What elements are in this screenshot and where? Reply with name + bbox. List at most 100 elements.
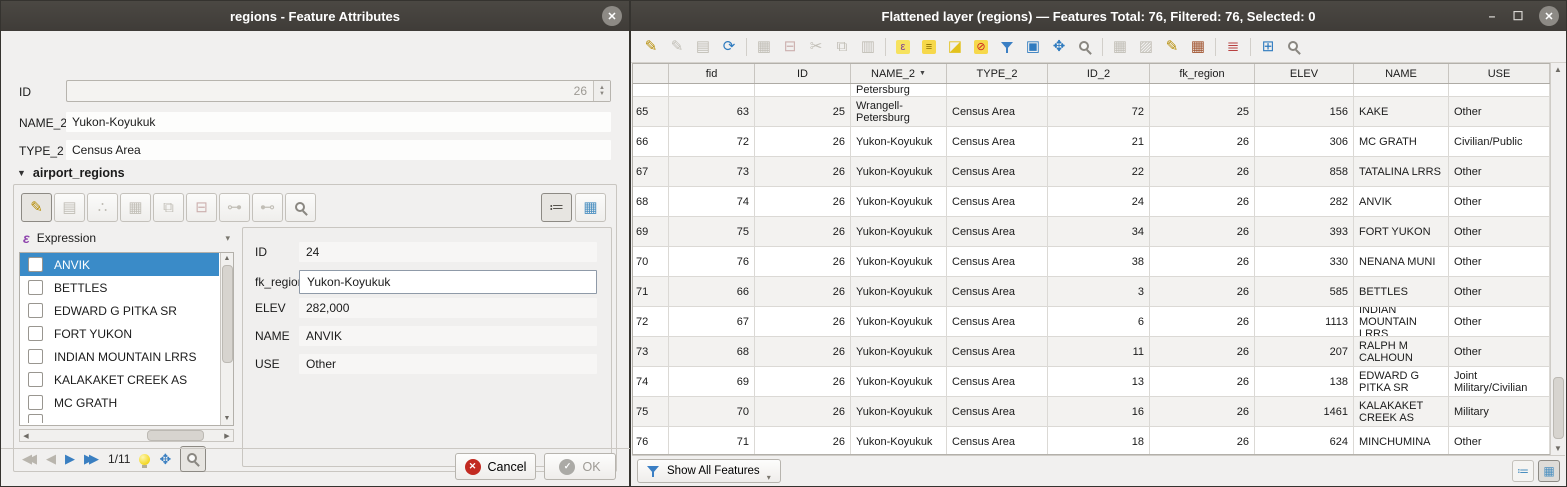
cell-type-2[interactable]: Census Area bbox=[947, 337, 1048, 367]
cell-fk-region[interactable]: 26 bbox=[1150, 277, 1255, 307]
cell-elev[interactable]: 282 bbox=[1255, 187, 1354, 217]
name2-field[interactable]: Yukon-Koyukuk bbox=[66, 112, 611, 132]
list-item-bettles[interactable]: BETTLES bbox=[20, 276, 219, 299]
cell-use[interactable]: Other bbox=[1449, 277, 1550, 307]
checkbox[interactable] bbox=[28, 303, 43, 318]
cell-fk-region[interactable]: 26 bbox=[1150, 427, 1255, 455]
cell-elev[interactable]: 1461 bbox=[1255, 397, 1354, 427]
collapse-arrow-icon[interactable]: ▼ bbox=[17, 168, 26, 178]
cell-type-2[interactable]: Census Area bbox=[947, 247, 1048, 277]
cell-type-2[interactable]: Census Area bbox=[947, 157, 1048, 187]
cell-id-2[interactable]: 38 bbox=[1048, 247, 1150, 277]
scrollbar-thumb[interactable] bbox=[222, 265, 233, 363]
cell-type-2[interactable]: Census Area bbox=[947, 427, 1048, 455]
cell-id[interactable]: 26 bbox=[755, 127, 851, 157]
column-header-elev[interactable]: ELEV bbox=[1255, 64, 1354, 83]
cell-fid[interactable]: 67 bbox=[669, 307, 755, 337]
maximize-icon[interactable]: ☐ bbox=[1510, 9, 1526, 23]
cell-fid[interactable]: 68 bbox=[669, 337, 755, 367]
show-all-features-button[interactable]: Show All Features ▾ bbox=[637, 459, 781, 483]
cut-icon[interactable]: ✂ bbox=[804, 35, 828, 59]
edit-fields-icon[interactable]: ✎ bbox=[1160, 35, 1184, 59]
minimize-icon[interactable]: – bbox=[1484, 9, 1500, 23]
cell-row-number[interactable]: 73 bbox=[633, 337, 669, 367]
cell-use[interactable]: Other bbox=[1449, 307, 1550, 337]
cell-id-2[interactable]: 11 bbox=[1048, 337, 1150, 367]
BETTLES[interactable]: 71 66 26 Yukon-Koyukuk Census Area 3 26 … bbox=[633, 277, 1550, 307]
reload-icon[interactable]: ⟳ bbox=[717, 35, 741, 59]
previous-feature-button[interactable]: ◀ bbox=[46, 451, 56, 467]
cell-type-2[interactable]: Census Area bbox=[947, 397, 1048, 427]
cell-elev[interactable]: 330 bbox=[1255, 247, 1354, 277]
checkbox[interactable] bbox=[28, 280, 43, 295]
cell-id-2[interactable]: 3 bbox=[1048, 277, 1150, 307]
scroll-up-icon[interactable]: ▲ bbox=[224, 253, 231, 265]
search-widget-icon[interactable] bbox=[1282, 35, 1306, 59]
cell-use[interactable]: Other bbox=[1449, 337, 1550, 367]
cell-id[interactable]: 26 bbox=[755, 427, 851, 455]
toggle-editing-icon[interactable]: ✎ bbox=[639, 35, 663, 59]
select-by-expression-icon[interactable]: ε bbox=[891, 35, 915, 59]
cell-id[interactable] bbox=[755, 84, 851, 97]
cell-elev[interactable]: 156 bbox=[1255, 97, 1354, 127]
zoom-to-feature-button[interactable] bbox=[180, 446, 206, 472]
cell-id[interactable]: 26 bbox=[755, 277, 851, 307]
cell-name[interactable]: BETTLES bbox=[1354, 277, 1449, 307]
cell-fk-region[interactable]: 26 bbox=[1150, 397, 1255, 427]
cell-use[interactable]: Civilian/Public bbox=[1449, 127, 1550, 157]
list-item-indian-mountain-lrrs[interactable]: INDIAN MOUNTAIN LRRS bbox=[20, 345, 219, 368]
cell-use[interactable]: Military bbox=[1449, 397, 1550, 427]
scrollbar-thumb[interactable] bbox=[1553, 377, 1564, 439]
toggle-editing-icon[interactable]: ✎ bbox=[21, 193, 52, 222]
cell-type-2[interactable] bbox=[947, 84, 1048, 97]
cell-id[interactable]: 26 bbox=[755, 187, 851, 217]
cell-id-2[interactable]: 21 bbox=[1048, 127, 1150, 157]
cell-type-2[interactable]: Census Area bbox=[947, 127, 1048, 157]
cell-fid[interactable]: 76 bbox=[669, 247, 755, 277]
zoom-to-feature-icon[interactable] bbox=[285, 193, 316, 222]
cell-type-2[interactable]: Census Area bbox=[947, 367, 1048, 397]
cell-id-2[interactable]: 72 bbox=[1048, 97, 1150, 127]
cell-use[interactable]: Other bbox=[1449, 427, 1550, 455]
cell-fk-region[interactable]: 26 bbox=[1150, 247, 1255, 277]
cell-fid[interactable]: 72 bbox=[669, 127, 755, 157]
cell-fid[interactable] bbox=[669, 84, 755, 97]
dock-table-icon[interactable]: ⊞ bbox=[1256, 35, 1280, 59]
cell-name-2[interactable]: Yukon-Koyukuk bbox=[851, 367, 947, 397]
link-feature-icon[interactable]: ⊶ bbox=[219, 193, 250, 222]
column-header-type_2[interactable]: TYPE_2 bbox=[947, 64, 1048, 83]
list-vertical-scrollbar[interactable]: ▲ ▼ bbox=[220, 253, 233, 425]
expression-combobox[interactable]: ε Expression ▾ bbox=[19, 227, 234, 249]
cell-name[interactable]: MINCHUMINA bbox=[1354, 427, 1449, 455]
cell-id[interactable]: 26 bbox=[755, 247, 851, 277]
add-child-feature-icon[interactable]: ∴ bbox=[87, 193, 118, 222]
column-header-use[interactable]: USE bbox=[1449, 64, 1550, 83]
cell-fid[interactable]: 73 bbox=[669, 157, 755, 187]
close-icon[interactable]: ✕ bbox=[1539, 6, 1559, 26]
cell-row-number[interactable]: 72 bbox=[633, 307, 669, 337]
cell-name[interactable]: RALPH M CALHOUN bbox=[1354, 337, 1449, 367]
close-icon[interactable]: ✕ bbox=[602, 6, 622, 26]
cell-id-2[interactable] bbox=[1048, 84, 1150, 97]
ok-button[interactable]: ✓ OK bbox=[544, 453, 616, 480]
cell-elev[interactable]: 138 bbox=[1255, 367, 1354, 397]
cell-elev[interactable]: 858 bbox=[1255, 157, 1354, 187]
cell-row-number[interactable]: 70 bbox=[633, 247, 669, 277]
add-feature-icon[interactable]: ▦ bbox=[120, 193, 151, 222]
cell-name-2[interactable]: Yukon-Koyukuk bbox=[851, 277, 947, 307]
cell-id[interactable]: 26 bbox=[755, 157, 851, 187]
cell-use[interactable]: Other bbox=[1449, 217, 1550, 247]
filter-by-form-icon[interactable] bbox=[995, 35, 1019, 59]
cell-elev[interactable] bbox=[1255, 84, 1354, 97]
select-all-icon[interactable]: ≡ bbox=[917, 35, 941, 59]
cell-elev[interactable]: 393 bbox=[1255, 217, 1354, 247]
highlight-bulb-icon[interactable] bbox=[139, 454, 150, 465]
field-calculator-icon[interactable]: ▦ bbox=[1186, 35, 1210, 59]
cell-use[interactable]: Other bbox=[1449, 247, 1550, 277]
cell-type-2[interactable]: Census Area bbox=[947, 217, 1048, 247]
list-item-fort-yukon[interactable]: FORT YUKON bbox=[20, 322, 219, 345]
last-feature-button[interactable]: ▶▶ bbox=[84, 451, 99, 467]
EDWARD G PITKA SR[interactable]: 74 69 26 Yukon-Koyukuk Census Area 13 26… bbox=[633, 367, 1550, 397]
TATALINA LRRS[interactable]: 67 73 26 Yukon-Koyukuk Census Area 22 26… bbox=[633, 157, 1550, 187]
cell-type-2[interactable]: Census Area bbox=[947, 97, 1048, 127]
